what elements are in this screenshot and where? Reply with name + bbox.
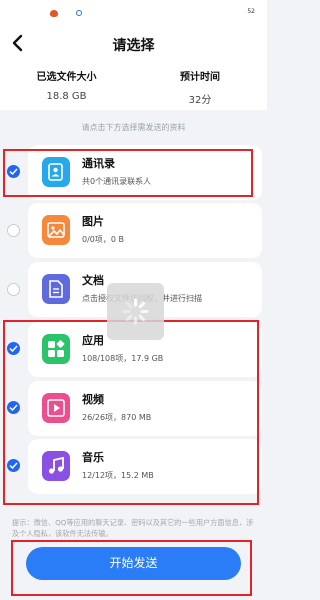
loading-overlay — [107, 283, 164, 340]
start-send-button[interactable]: 开始发送 — [26, 547, 241, 580]
selection-hint: 请点击下方选择需发送的资料 — [81, 123, 186, 132]
item-desc: 0/0项，0 B — [82, 235, 124, 244]
estimated-time-label: 预计时间 — [180, 72, 220, 83]
images-checkbox[interactable] — [7, 224, 20, 237]
list-item-images[interactable]: 图片 0/0项，0 B — [28, 203, 262, 258]
documents-checkbox[interactable] — [7, 283, 20, 296]
item-name: 图片 — [82, 215, 104, 228]
selected-size-label: 已选文件大小 — [36, 72, 97, 83]
selected-size-value: 18.8 GB — [46, 91, 87, 102]
battery-level: 52 — [247, 8, 255, 15]
transfer-summary: 已选文件大小 预计时间 18.8 GB 32分 — [0, 60, 267, 110]
header: 请选择 — [0, 26, 267, 60]
status-bar: 52 — [0, 0, 267, 26]
privacy-tip: 提示：微信、QQ等应用的聊天记录、密码以及其它的一些用户方面信息，涉及个人隐私，… — [12, 518, 254, 538]
spinner-icon — [122, 298, 149, 325]
estimated-time-value: 32分 — [188, 95, 212, 106]
highlight-box-contacts — [3, 149, 253, 197]
notification-app-icon — [50, 10, 58, 17]
page-title: 请选择 — [112, 38, 155, 54]
item-name: 文档 — [82, 274, 104, 287]
notification-circle-icon — [76, 10, 82, 16]
image-icon — [42, 215, 70, 245]
document-icon — [42, 274, 70, 304]
highlight-box-media — [3, 320, 259, 505]
